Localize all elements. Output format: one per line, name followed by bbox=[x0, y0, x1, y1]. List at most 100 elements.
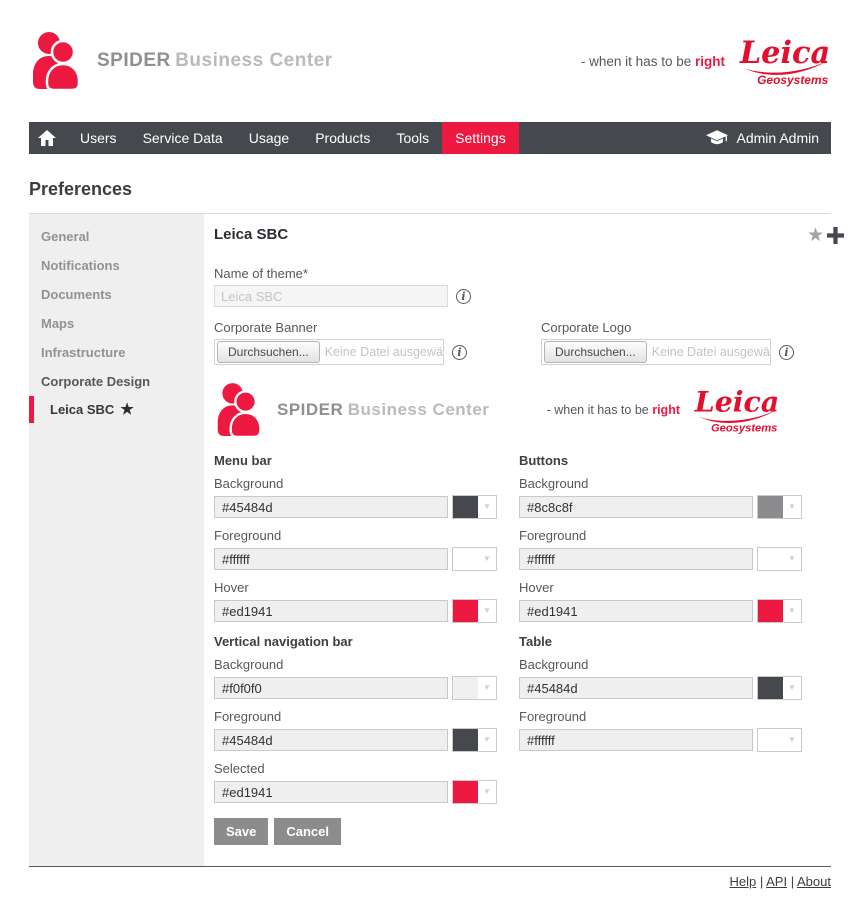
spider-logo-icon bbox=[29, 31, 85, 91]
color-swatch bbox=[758, 496, 783, 518]
sidebar-item-documents[interactable]: Documents bbox=[29, 280, 204, 309]
brand-suffix: Business Center bbox=[348, 400, 490, 419]
color-hex-input[interactable] bbox=[214, 496, 448, 518]
color-hex-input[interactable] bbox=[519, 677, 753, 699]
preferences-panel: General Notifications Documents Maps Inf… bbox=[29, 213, 831, 866]
chevron-down-icon: ▼ bbox=[478, 555, 496, 563]
separator: | bbox=[760, 874, 763, 889]
footer: Help | API | About bbox=[29, 866, 831, 889]
color-hex-input[interactable] bbox=[214, 677, 448, 699]
form-actions: Save Cancel bbox=[214, 818, 497, 845]
nav-item-tools[interactable]: Tools bbox=[383, 122, 442, 154]
color-picker-dropdown[interactable]: ▼ bbox=[757, 728, 802, 752]
sidebar-item-general[interactable]: General bbox=[29, 222, 204, 251]
field-label: Selected bbox=[214, 761, 497, 776]
banner-file-input[interactable]: Durchsuchen... Keine Datei ausgewä bbox=[214, 339, 444, 365]
color-swatch bbox=[453, 677, 478, 699]
page: SPIDER Business Center - when it has to … bbox=[0, 0, 860, 903]
sidebar-subitem-leica-sbc[interactable]: Leica SBC ★ bbox=[29, 396, 204, 423]
top-header: SPIDER Business Center - when it has to … bbox=[29, 0, 831, 122]
tagline-highlight: right bbox=[695, 54, 725, 69]
color-hex-input[interactable] bbox=[214, 781, 448, 803]
color-hex-input[interactable] bbox=[519, 548, 753, 570]
info-icon[interactable]: i bbox=[456, 289, 471, 304]
color-hex-input[interactable] bbox=[214, 600, 448, 622]
nav-item-products[interactable]: Products bbox=[302, 122, 383, 154]
leica-geosystems-logo: Leica Geosystems bbox=[694, 385, 780, 435]
nav-item-service-data[interactable]: Service Data bbox=[130, 122, 236, 154]
brand-name: SPIDER bbox=[277, 400, 343, 419]
logo-file-input[interactable]: Durchsuchen... Keine Datei ausgewä bbox=[541, 339, 771, 365]
color-picker-dropdown[interactable]: ▼ bbox=[757, 599, 802, 623]
color-picker-dropdown[interactable]: ▼ bbox=[757, 547, 802, 571]
color-swatch bbox=[758, 548, 783, 570]
color-hex-input[interactable] bbox=[214, 548, 448, 570]
color-picker-dropdown[interactable]: ▼ bbox=[452, 728, 497, 752]
svg-text:Geosystems: Geosystems bbox=[711, 423, 777, 435]
chevron-down-icon: ▼ bbox=[478, 684, 496, 692]
browse-button[interactable]: Durchsuchen... bbox=[544, 341, 647, 363]
file-status: Keine Datei ausgewä bbox=[652, 345, 770, 359]
color-field: Background ▼ bbox=[214, 657, 497, 700]
field-label: Hover bbox=[214, 580, 497, 595]
field-label: Name of theme* bbox=[214, 266, 846, 281]
sidebar-item-corporate-design[interactable]: Corporate Design bbox=[29, 367, 204, 396]
color-hex-input[interactable] bbox=[519, 729, 753, 751]
browse-button[interactable]: Durchsuchen... bbox=[217, 341, 320, 363]
color-picker-dropdown[interactable]: ▼ bbox=[757, 495, 802, 519]
field-label: Hover bbox=[519, 580, 802, 595]
color-field: Background ▼ bbox=[519, 657, 802, 700]
nav-user[interactable]: Admin Admin bbox=[706, 122, 831, 154]
add-theme-button[interactable] bbox=[827, 227, 844, 244]
nav-item-settings[interactable]: Settings bbox=[442, 122, 519, 154]
info-icon[interactable]: i bbox=[779, 345, 794, 360]
head-icons: ★ bbox=[807, 226, 844, 245]
about-link[interactable]: About bbox=[797, 874, 831, 889]
field-label: Foreground bbox=[519, 709, 802, 724]
save-button[interactable]: Save bbox=[214, 818, 268, 845]
file-upload-row: Corporate Banner Durchsuchen... Keine Da… bbox=[214, 320, 846, 365]
color-swatch bbox=[758, 600, 783, 622]
leica-geosystems-logo: Leica Geosystems bbox=[739, 35, 831, 87]
theme-title: Leica SBC bbox=[214, 226, 288, 243]
preview-tagline: - when it has to be right bbox=[547, 403, 680, 417]
sidebar-item-infrastructure[interactable]: Infrastructure bbox=[29, 338, 204, 367]
nav-item-usage[interactable]: Usage bbox=[236, 122, 302, 154]
color-hex-input[interactable] bbox=[214, 729, 448, 751]
svg-text:Geosystems: Geosystems bbox=[757, 73, 828, 87]
color-picker-dropdown[interactable]: ▼ bbox=[452, 495, 497, 519]
info-icon[interactable]: i bbox=[452, 345, 467, 360]
color-picker-dropdown[interactable]: ▼ bbox=[452, 547, 497, 571]
nav-item-users[interactable]: Users bbox=[67, 122, 130, 154]
color-picker-dropdown[interactable]: ▼ bbox=[757, 676, 802, 700]
sidebar-item-notifications[interactable]: Notifications bbox=[29, 251, 204, 280]
help-link[interactable]: Help bbox=[729, 874, 756, 889]
preview-spider-brand: SPIDER Business Center bbox=[214, 382, 489, 438]
color-hex-input[interactable] bbox=[519, 600, 753, 622]
color-hex-input[interactable] bbox=[519, 496, 753, 518]
chevron-down-icon: ▼ bbox=[783, 736, 801, 744]
chevron-down-icon: ▼ bbox=[478, 607, 496, 615]
field-label: Background bbox=[214, 657, 497, 672]
api-link[interactable]: API bbox=[766, 874, 787, 889]
color-picker-dropdown[interactable]: ▼ bbox=[452, 599, 497, 623]
home-icon[interactable] bbox=[29, 122, 67, 154]
chevron-down-icon: ▼ bbox=[783, 555, 801, 563]
sidebar-item-maps[interactable]: Maps bbox=[29, 309, 204, 338]
theme-name-input[interactable] bbox=[214, 285, 448, 307]
field-label: Background bbox=[519, 476, 802, 491]
svg-text:Leica: Leica bbox=[694, 385, 779, 419]
brand-suffix: Business Center bbox=[175, 50, 332, 71]
user-name: Admin Admin bbox=[737, 130, 819, 146]
color-picker-dropdown[interactable]: ▼ bbox=[452, 676, 497, 700]
chevron-down-icon: ▼ bbox=[478, 736, 496, 744]
color-field: Foreground ▼ bbox=[519, 709, 802, 752]
cancel-button[interactable]: Cancel bbox=[274, 818, 341, 845]
sidebar: General Notifications Documents Maps Inf… bbox=[29, 214, 204, 866]
color-field: Foreground ▼ bbox=[214, 709, 497, 752]
favorite-star-icon[interactable]: ★ bbox=[807, 226, 824, 245]
color-swatch bbox=[453, 729, 478, 751]
color-picker-dropdown[interactable]: ▼ bbox=[452, 780, 497, 804]
field-label: Corporate Banner bbox=[214, 320, 519, 335]
section-title-menu-bar: Menu bar bbox=[214, 453, 497, 468]
